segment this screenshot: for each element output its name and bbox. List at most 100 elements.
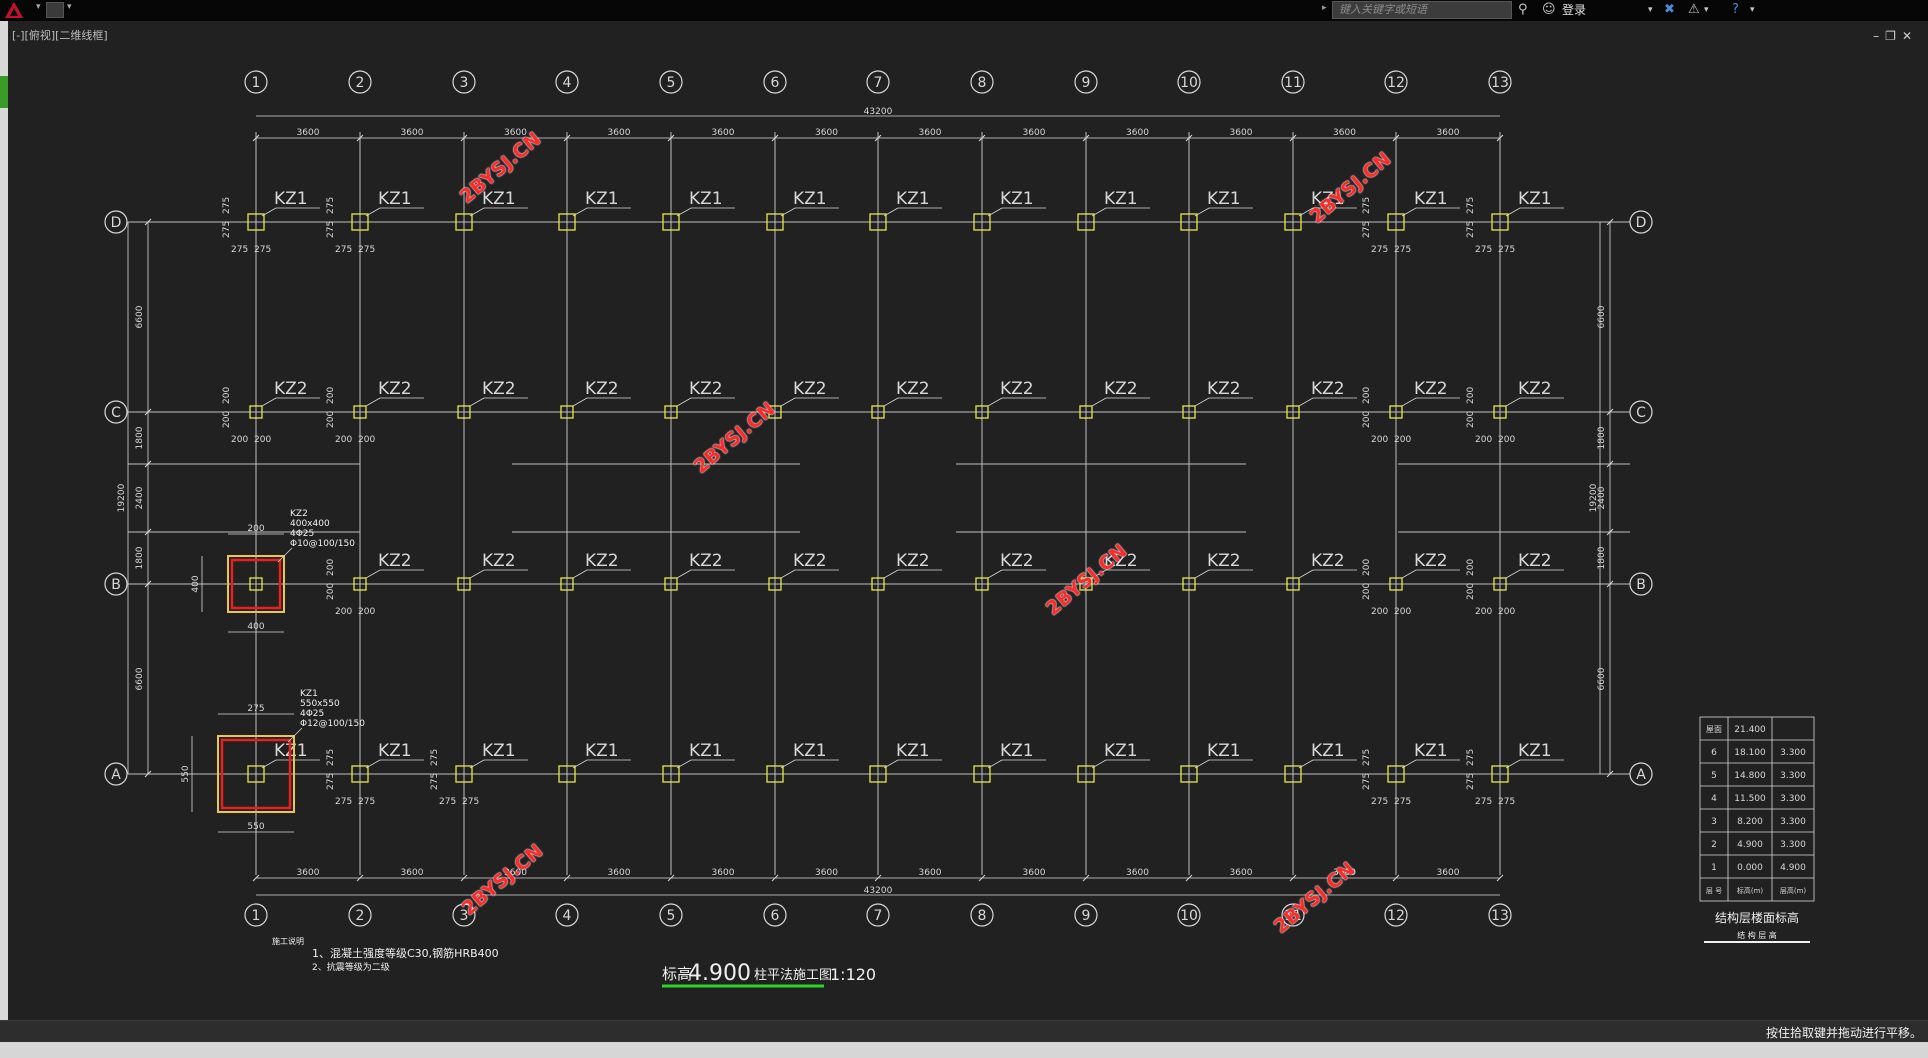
axis-top-7: 7 xyxy=(874,75,883,91)
col-13A-offset-h: 275 xyxy=(1498,797,1515,807)
cad-drawing-canvas[interactable]: 1122334455667788991010111112121313D DC CB B… xyxy=(0,0,1928,1058)
axis-top-11: 11 xyxy=(1284,75,1302,91)
column-label-9A: KZ1 xyxy=(1104,741,1138,761)
column-leader xyxy=(883,759,899,769)
column-leader xyxy=(1401,759,1417,769)
axis-top-5: 5 xyxy=(667,75,676,91)
dim-bottom-label: 3600 xyxy=(1023,868,1046,878)
column-label-9D: KZ1 xyxy=(1104,189,1138,209)
dim-vertical-label: 1800 xyxy=(135,546,145,569)
dim-vertical-label: 2400 xyxy=(135,486,145,509)
column-label-8B: KZ2 xyxy=(1000,551,1034,571)
dim-vertical-label: 6600 xyxy=(1597,305,1607,328)
detail-kz2-name: KZ2 xyxy=(290,509,308,519)
col-1C-offset-h: 200 xyxy=(254,435,271,445)
column-leader xyxy=(261,759,277,769)
column-leader xyxy=(365,207,381,217)
axis-top-4: 4 xyxy=(563,75,572,91)
column-leader xyxy=(676,759,692,769)
dim-vertical-label: 6600 xyxy=(135,667,145,690)
column-leader xyxy=(987,759,1003,769)
col-1D-offset-v: 275 xyxy=(222,197,232,214)
column-leader xyxy=(780,207,796,217)
floor-table-header: 层 号 xyxy=(1706,887,1722,895)
floor-table-elev: 0.000 xyxy=(1737,863,1763,873)
column-label-6B: KZ2 xyxy=(793,551,827,571)
floor-table-height: 3.300 xyxy=(1780,840,1806,850)
col-2D-offset-v: 275 xyxy=(326,197,336,214)
column-leader xyxy=(780,759,796,769)
column-leader xyxy=(1298,759,1314,769)
column-label-9C: KZ2 xyxy=(1104,379,1138,399)
axis-bottom-7: 7 xyxy=(874,908,883,924)
axis-top-13: 13 xyxy=(1491,75,1509,91)
detail-kz2-rebar: 4Φ25 xyxy=(290,529,314,539)
floor-table-elev: 18.100 xyxy=(1734,748,1766,758)
column-label-8C: KZ2 xyxy=(1000,379,1034,399)
floor-table-elev: 8.200 xyxy=(1737,817,1763,827)
column-leader xyxy=(1091,397,1107,407)
title-elevation: 4.900 xyxy=(688,961,751,986)
col-13A-offset-v: 275 xyxy=(1466,773,1476,790)
dim-bottom-label: 3600 xyxy=(608,868,631,878)
col-1C-offset-v: 200 xyxy=(222,411,232,428)
dim-top-label: 3600 xyxy=(1023,128,1046,138)
detail-kz2-dim-side-label: 400 xyxy=(191,575,201,592)
column-label-12A: KZ1 xyxy=(1414,741,1448,761)
column-label-11B: KZ2 xyxy=(1311,551,1345,571)
column-label-13D: KZ1 xyxy=(1518,189,1552,209)
col-2D-offset-h: 275 xyxy=(358,245,375,255)
col-12C-offset-v: 200 xyxy=(1362,387,1372,404)
column-leader xyxy=(883,207,899,217)
column-label-11C: KZ2 xyxy=(1311,379,1345,399)
column-label-5B: KZ2 xyxy=(689,551,723,571)
col-1C-offset-v: 200 xyxy=(222,387,232,404)
col-2A-offset-h: 275 xyxy=(335,797,352,807)
floor-table-height: 3.300 xyxy=(1780,794,1806,804)
floor-table-caption: 结构层楼面标高 xyxy=(1715,910,1799,925)
axis-right-D: D xyxy=(1636,215,1647,231)
axis-top-10: 10 xyxy=(1180,75,1198,91)
col-13A-offset-v: 275 xyxy=(1466,749,1476,766)
dim-bottom-label: 3600 xyxy=(1230,868,1253,878)
column-label-5C: KZ2 xyxy=(689,379,723,399)
floor-table-elev: 14.800 xyxy=(1734,771,1766,781)
dim-total-depth-label: 19200 xyxy=(1589,483,1599,512)
column-label-5A: KZ1 xyxy=(689,741,723,761)
floor-table-floor: 3 xyxy=(1711,817,1717,827)
axis-bottom-1: 1 xyxy=(252,908,261,924)
col-13C-offset-h: 200 xyxy=(1475,435,1492,445)
col-13B-offset-v: 200 xyxy=(1466,559,1476,576)
floor-table-roof-elev: 21.400 xyxy=(1734,725,1766,735)
detail-kz1-size: 550x550 xyxy=(300,699,340,709)
col-12B-offset-v: 200 xyxy=(1362,583,1372,600)
column-label-12C: KZ2 xyxy=(1414,379,1448,399)
col-1C-offset-h: 200 xyxy=(231,435,248,445)
column-leader xyxy=(572,397,588,407)
axis-bottom-9: 9 xyxy=(1082,908,1091,924)
dim-top-label: 3600 xyxy=(608,128,631,138)
dim-bottom-label: 3600 xyxy=(712,868,735,878)
dim-bottom-label: 3600 xyxy=(815,868,838,878)
col-2A-offset-v: 275 xyxy=(326,773,336,790)
column-label-8A: KZ1 xyxy=(1000,741,1034,761)
axis-left-D: D xyxy=(111,215,122,231)
dim-vertical-label: 1800 xyxy=(1597,426,1607,449)
column-label-1D: KZ1 xyxy=(274,189,308,209)
column-leader xyxy=(469,569,485,579)
col-12C-offset-h: 200 xyxy=(1394,435,1411,445)
col-12D-offset-v: 275 xyxy=(1362,221,1372,238)
axis-bottom-13: 13 xyxy=(1491,908,1509,924)
floor-table-floor: 6 xyxy=(1711,748,1717,758)
col-13D-offset-h: 275 xyxy=(1498,245,1515,255)
column-leader xyxy=(780,569,796,579)
dim-top-label: 3600 xyxy=(815,128,838,138)
col-12B-offset-h: 200 xyxy=(1394,607,1411,617)
floor-table-floor: 1 xyxy=(1711,863,1717,873)
floor-table-floor: 5 xyxy=(1711,771,1717,781)
col-1D-offset-v: 275 xyxy=(222,221,232,238)
floor-table-header: 层高(m) xyxy=(1780,886,1807,895)
column-label-4D: KZ1 xyxy=(585,189,619,209)
note-1: 1、混凝土强度等级C30,钢筋HRB400 xyxy=(312,946,499,960)
axis-bottom-10: 10 xyxy=(1180,908,1198,924)
